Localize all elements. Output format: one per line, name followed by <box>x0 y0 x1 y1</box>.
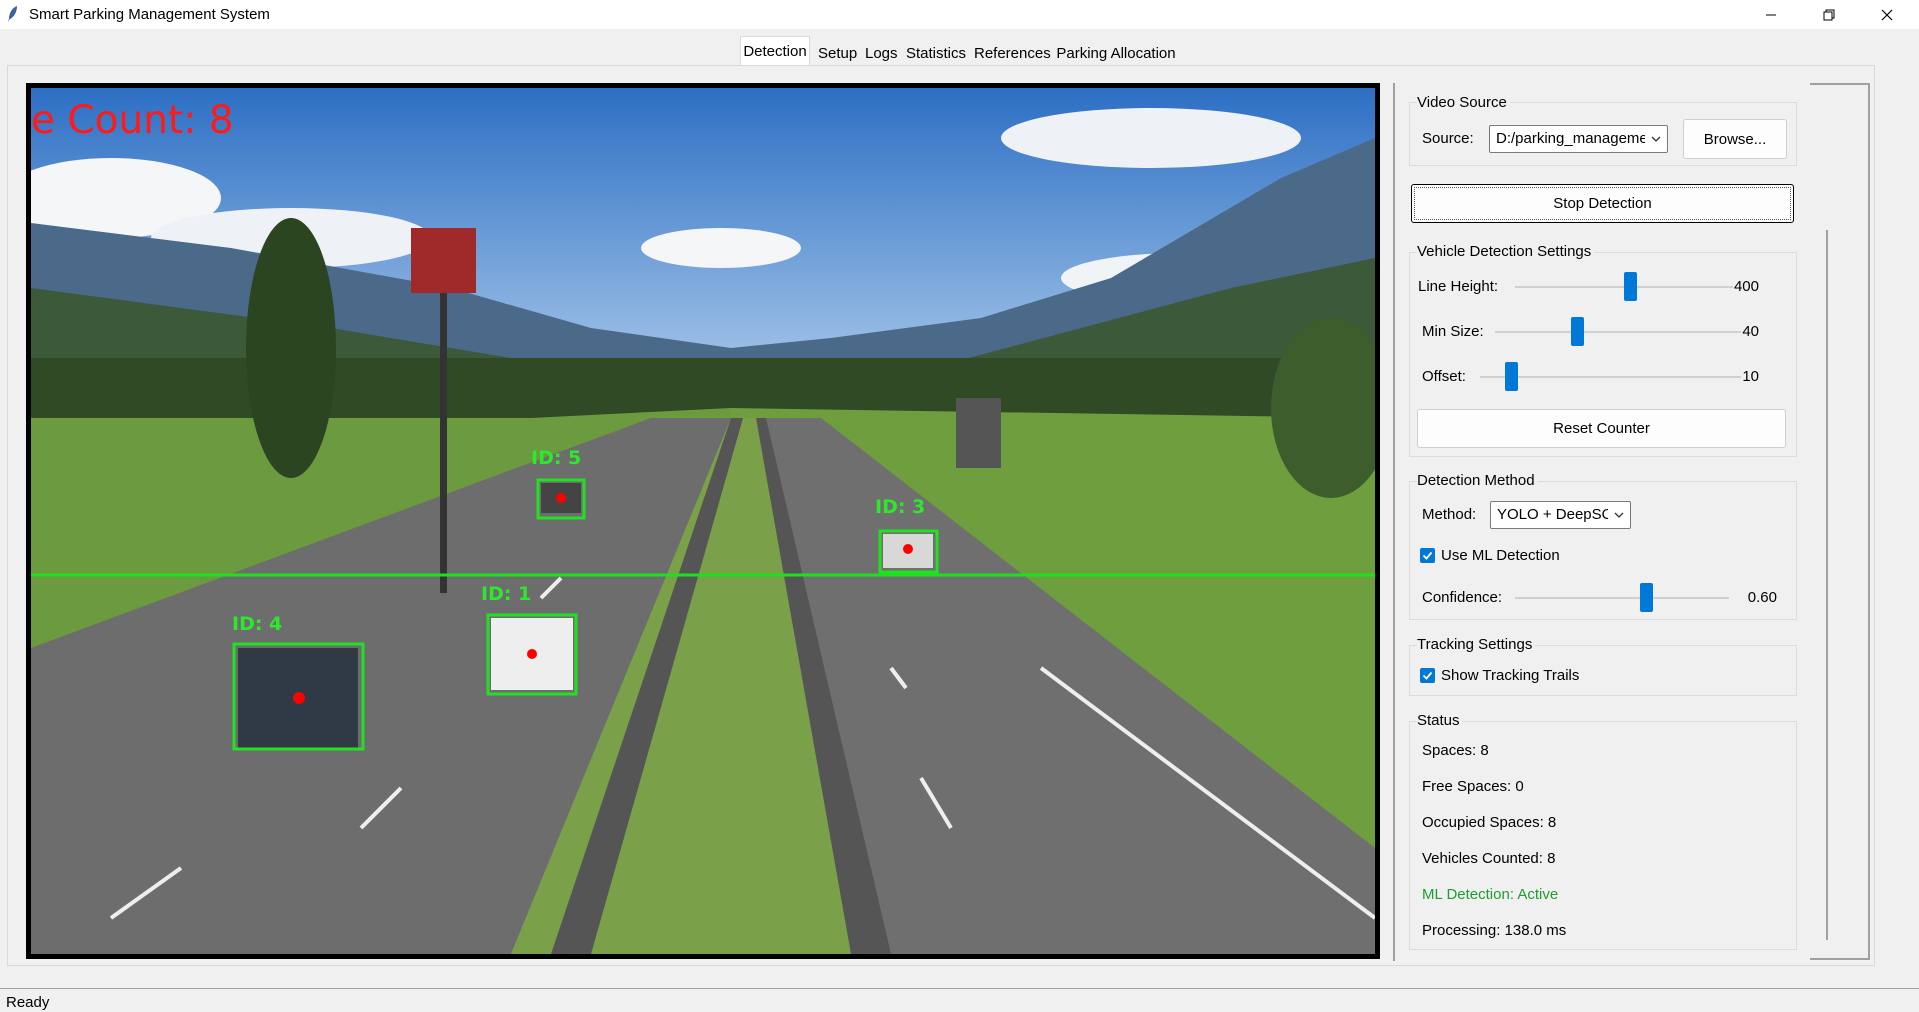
road-sign <box>956 398 1001 468</box>
status-bar-text: Ready <box>6 994 50 1011</box>
line-height-slider-thumb[interactable] <box>1624 272 1637 301</box>
min-size-label: Min Size: <box>1422 323 1484 340</box>
method-label: Method: <box>1422 506 1477 523</box>
group-title: Detection Method <box>1417 472 1538 489</box>
detection-id-label: ID: 4 <box>232 613 283 635</box>
centroid-1 <box>527 649 537 659</box>
minimize-icon <box>1766 14 1776 15</box>
tab-references[interactable]: References <box>971 40 1051 66</box>
detection-id-label: ID: 5 <box>531 447 582 469</box>
source-label: Source: <box>1422 130 1474 147</box>
billboard <box>411 228 476 293</box>
cloud <box>1001 108 1301 168</box>
group-title: Status <box>1417 712 1463 729</box>
min-size-value: 40 <box>1742 323 1759 340</box>
status-vehicles-counted: Vehicles Counted: 8 <box>1422 850 1556 867</box>
minimize-button[interactable] <box>1742 0 1800 29</box>
show-tracking-trails-checkbox[interactable] <box>1420 668 1435 683</box>
tab-logs[interactable]: Logs <box>862 40 898 66</box>
group-title: Vehicle Detection Settings <box>1417 243 1595 260</box>
status-processing-time: Processing: 138.0 ms <box>1422 922 1567 939</box>
confidence-label: Confidence: <box>1422 589 1503 606</box>
status-spaces: Spaces: 8 <box>1422 742 1489 759</box>
status-bar: Ready <box>0 988 1919 1012</box>
centroid-3 <box>903 544 913 554</box>
detection-id-label: ID: 1 <box>481 583 532 605</box>
window-title: Smart Parking Management System <box>29 6 270 23</box>
chevron-down-icon <box>1651 136 1661 142</box>
restore-icon <box>1823 9 1835 20</box>
min-size-slider[interactable] <box>1495 331 1741 333</box>
group-title: Tracking Settings <box>1417 636 1536 653</box>
show-tracking-trails-label[interactable]: Show Tracking Trails <box>1441 667 1579 684</box>
status-occupied-spaces: Occupied Spaces: 8 <box>1422 814 1557 831</box>
offset-slider-thumb[interactable] <box>1505 362 1518 391</box>
group-title: Video Source <box>1417 94 1510 111</box>
controls-scroll-frame <box>1810 83 1870 960</box>
line-height-value: 400 <box>1733 278 1759 295</box>
browse-button[interactable]: Browse... <box>1683 119 1787 159</box>
status-ml-detection: ML Detection: Active <box>1422 886 1559 903</box>
video-display <box>26 83 1380 959</box>
title-bar: Smart Parking Management System <box>0 0 1919 29</box>
vehicle-count-overlay: e Count: 8 <box>31 98 234 143</box>
use-ml-detection-label[interactable]: Use ML Detection <box>1441 547 1560 564</box>
cloud <box>641 228 801 268</box>
detection-id-label: ID: 3 <box>875 496 926 518</box>
offset-label: Offset: <box>1422 368 1466 385</box>
confidence-value: 0.60 <box>1747 589 1777 606</box>
reset-counter-button[interactable]: Reset Counter <box>1417 409 1786 448</box>
video-frame <box>31 88 1375 954</box>
tab-detection[interactable]: Detection <box>740 36 810 67</box>
line-height-label: Line Height: <box>1418 278 1499 295</box>
poplar-tree <box>246 218 336 478</box>
chevron-down-icon <box>1614 512 1624 518</box>
confidence-slider-thumb[interactable] <box>1640 583 1653 612</box>
confidence-slider[interactable] <box>1515 597 1729 599</box>
checkmark-icon <box>1422 671 1433 680</box>
billboard-pole <box>440 293 447 593</box>
tab-parking-allocation[interactable]: Parking Allocation <box>1053 40 1179 66</box>
stop-detection-button[interactable]: Stop Detection <box>1411 184 1794 223</box>
close-icon <box>1881 9 1893 20</box>
centroid-4 <box>293 692 305 704</box>
close-button[interactable] <box>1858 0 1916 29</box>
scrollbar-track[interactable] <box>1826 230 1828 940</box>
status-free-spaces: Free Spaces: 0 <box>1422 778 1524 795</box>
source-dropdown[interactable]: D:/parking_management <box>1489 125 1668 153</box>
checkmark-icon <box>1422 551 1433 560</box>
tab-bar: Detection Setup Logs Statistics Referenc… <box>0 36 1919 67</box>
use-ml-detection-checkbox[interactable] <box>1420 548 1435 563</box>
tab-statistics[interactable]: Statistics <box>903 40 967 66</box>
offset-value: 10 <box>1742 368 1759 385</box>
app-feather-icon <box>8 6 17 22</box>
tracking-settings-group: Tracking Settings <box>1409 636 1797 696</box>
tab-setup[interactable]: Setup <box>815 40 858 66</box>
method-dropdown[interactable]: YOLO + DeepSORT <box>1490 501 1631 529</box>
restore-button[interactable] <box>1800 0 1858 29</box>
min-size-slider-thumb[interactable] <box>1571 317 1584 346</box>
centroid-5 <box>556 493 566 503</box>
panel-separator <box>1393 83 1395 961</box>
offset-slider[interactable] <box>1480 376 1741 378</box>
